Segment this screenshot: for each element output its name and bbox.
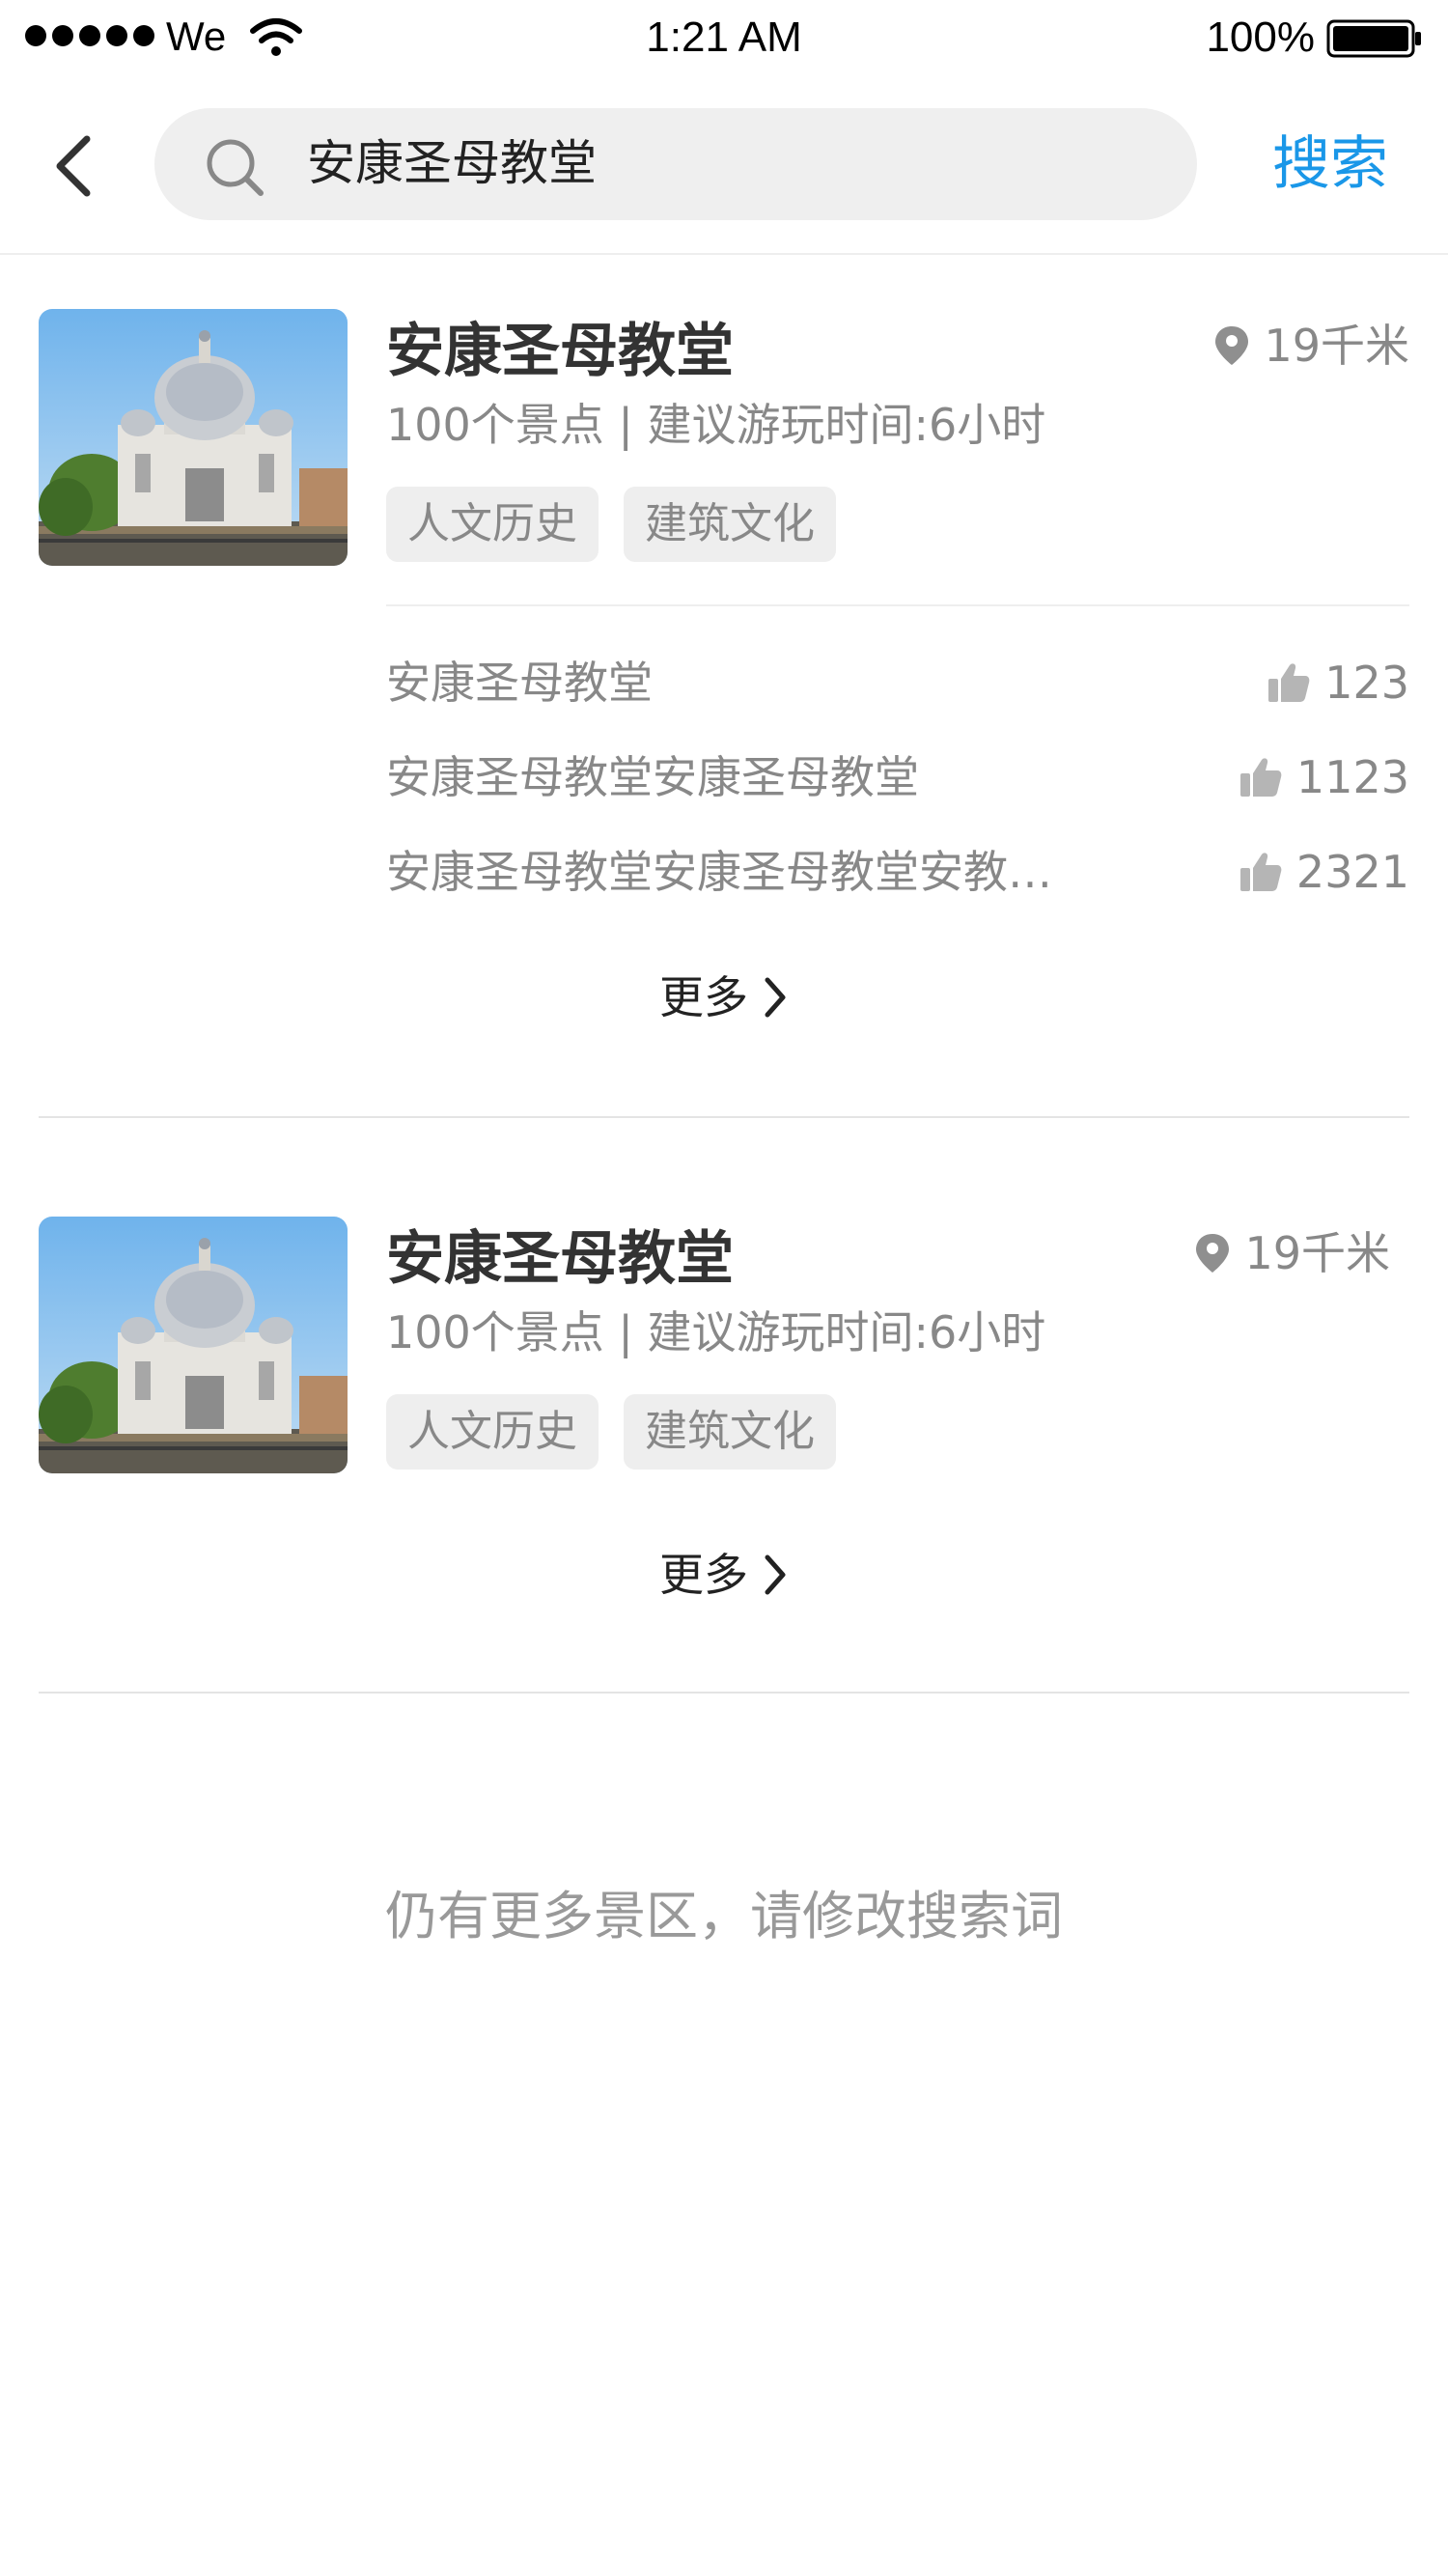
more-label: 更多	[659, 971, 748, 1023]
distance-label: 19千米	[1213, 315, 1409, 377]
scenic-title[interactable]: 安康圣母教堂	[386, 1220, 734, 1298]
review-text: 安康圣母教堂安康圣母教堂	[386, 751, 919, 803]
thumbs-up-icon	[1239, 758, 1282, 797]
battery-percent: 100%	[1206, 14, 1315, 61]
search-input[interactable]: 安康圣母教堂	[154, 108, 1197, 220]
section-divider	[39, 1116, 1409, 1118]
search-button[interactable]: 搜索	[1272, 126, 1388, 203]
thumbs-up-icon	[1239, 853, 1282, 891]
like-count-text: 123	[1324, 657, 1409, 709]
scenic-title[interactable]: 安康圣母教堂	[386, 313, 734, 390]
back-arrow-icon[interactable]	[44, 127, 106, 205]
search-header: 安康圣母教堂 搜索	[0, 79, 1448, 255]
review-text: 安康圣母教堂安康圣母教堂安教…	[386, 846, 1052, 898]
tag-culture-history[interactable]: 人文历史	[386, 1394, 599, 1470]
more-label: 更多	[659, 1549, 748, 1601]
like-count[interactable]: 123	[1267, 649, 1409, 716]
chevron-right-icon	[765, 977, 786, 1018]
search-icon	[207, 139, 264, 196]
battery-icon	[1326, 19, 1421, 58]
distance-label: 19千米	[1194, 1222, 1390, 1284]
distance-text: 19千米	[1264, 320, 1409, 372]
chevron-right-icon	[765, 1554, 786, 1595]
result-card[interactable]: 安康圣母教堂 19千米 100个景点 | 建议游玩时间:6小时 人文历史 建筑文…	[39, 1217, 1409, 1487]
review-item[interactable]: 安康圣母教堂安康圣母教堂 1123	[386, 743, 1409, 811]
review-item[interactable]: 安康圣母教堂 123	[386, 649, 1409, 716]
like-count[interactable]: 1123	[1239, 743, 1409, 811]
tag-architecture[interactable]: 建筑文化	[624, 1394, 836, 1470]
more-button[interactable]: 更多	[0, 964, 1448, 1031]
scenic-thumbnail[interactable]	[39, 309, 348, 566]
card-divider	[386, 604, 1409, 606]
distance-text: 19千米	[1244, 1227, 1390, 1279]
more-button[interactable]: 更多	[0, 1541, 1448, 1609]
footer-hint: 仍有更多景区，请修改搜索词	[385, 1886, 1063, 1946]
tag-architecture[interactable]: 建筑文化	[624, 487, 836, 562]
scenic-subtitle: 100个景点 | 建议游玩时间:6小时	[386, 1306, 1046, 1358]
scenic-thumbnail[interactable]	[39, 1217, 348, 1473]
review-item[interactable]: 安康圣母教堂安康圣母教堂安教… 2321	[386, 838, 1409, 906]
tag-culture-history[interactable]: 人文历史	[386, 487, 599, 562]
like-count[interactable]: 2321	[1239, 838, 1409, 906]
section-divider	[39, 1692, 1409, 1694]
review-text: 安康圣母教堂	[386, 657, 653, 709]
status-bar: We 1:21 AM 100%	[0, 0, 1448, 79]
location-pin-icon	[1196, 1234, 1230, 1273]
result-card[interactable]: 安康圣母教堂 19千米 100个景点 | 建议游玩时间:6小时 人文历史 建筑文…	[39, 309, 1409, 898]
search-query-text[interactable]: 安康圣母教堂	[307, 131, 597, 195]
like-count-text: 2321	[1295, 846, 1409, 898]
thumbs-up-icon	[1268, 663, 1310, 702]
like-count-text: 1123	[1295, 751, 1409, 803]
location-pin-icon	[1215, 326, 1249, 365]
scenic-subtitle: 100个景点 | 建议游玩时间:6小时	[386, 399, 1046, 451]
